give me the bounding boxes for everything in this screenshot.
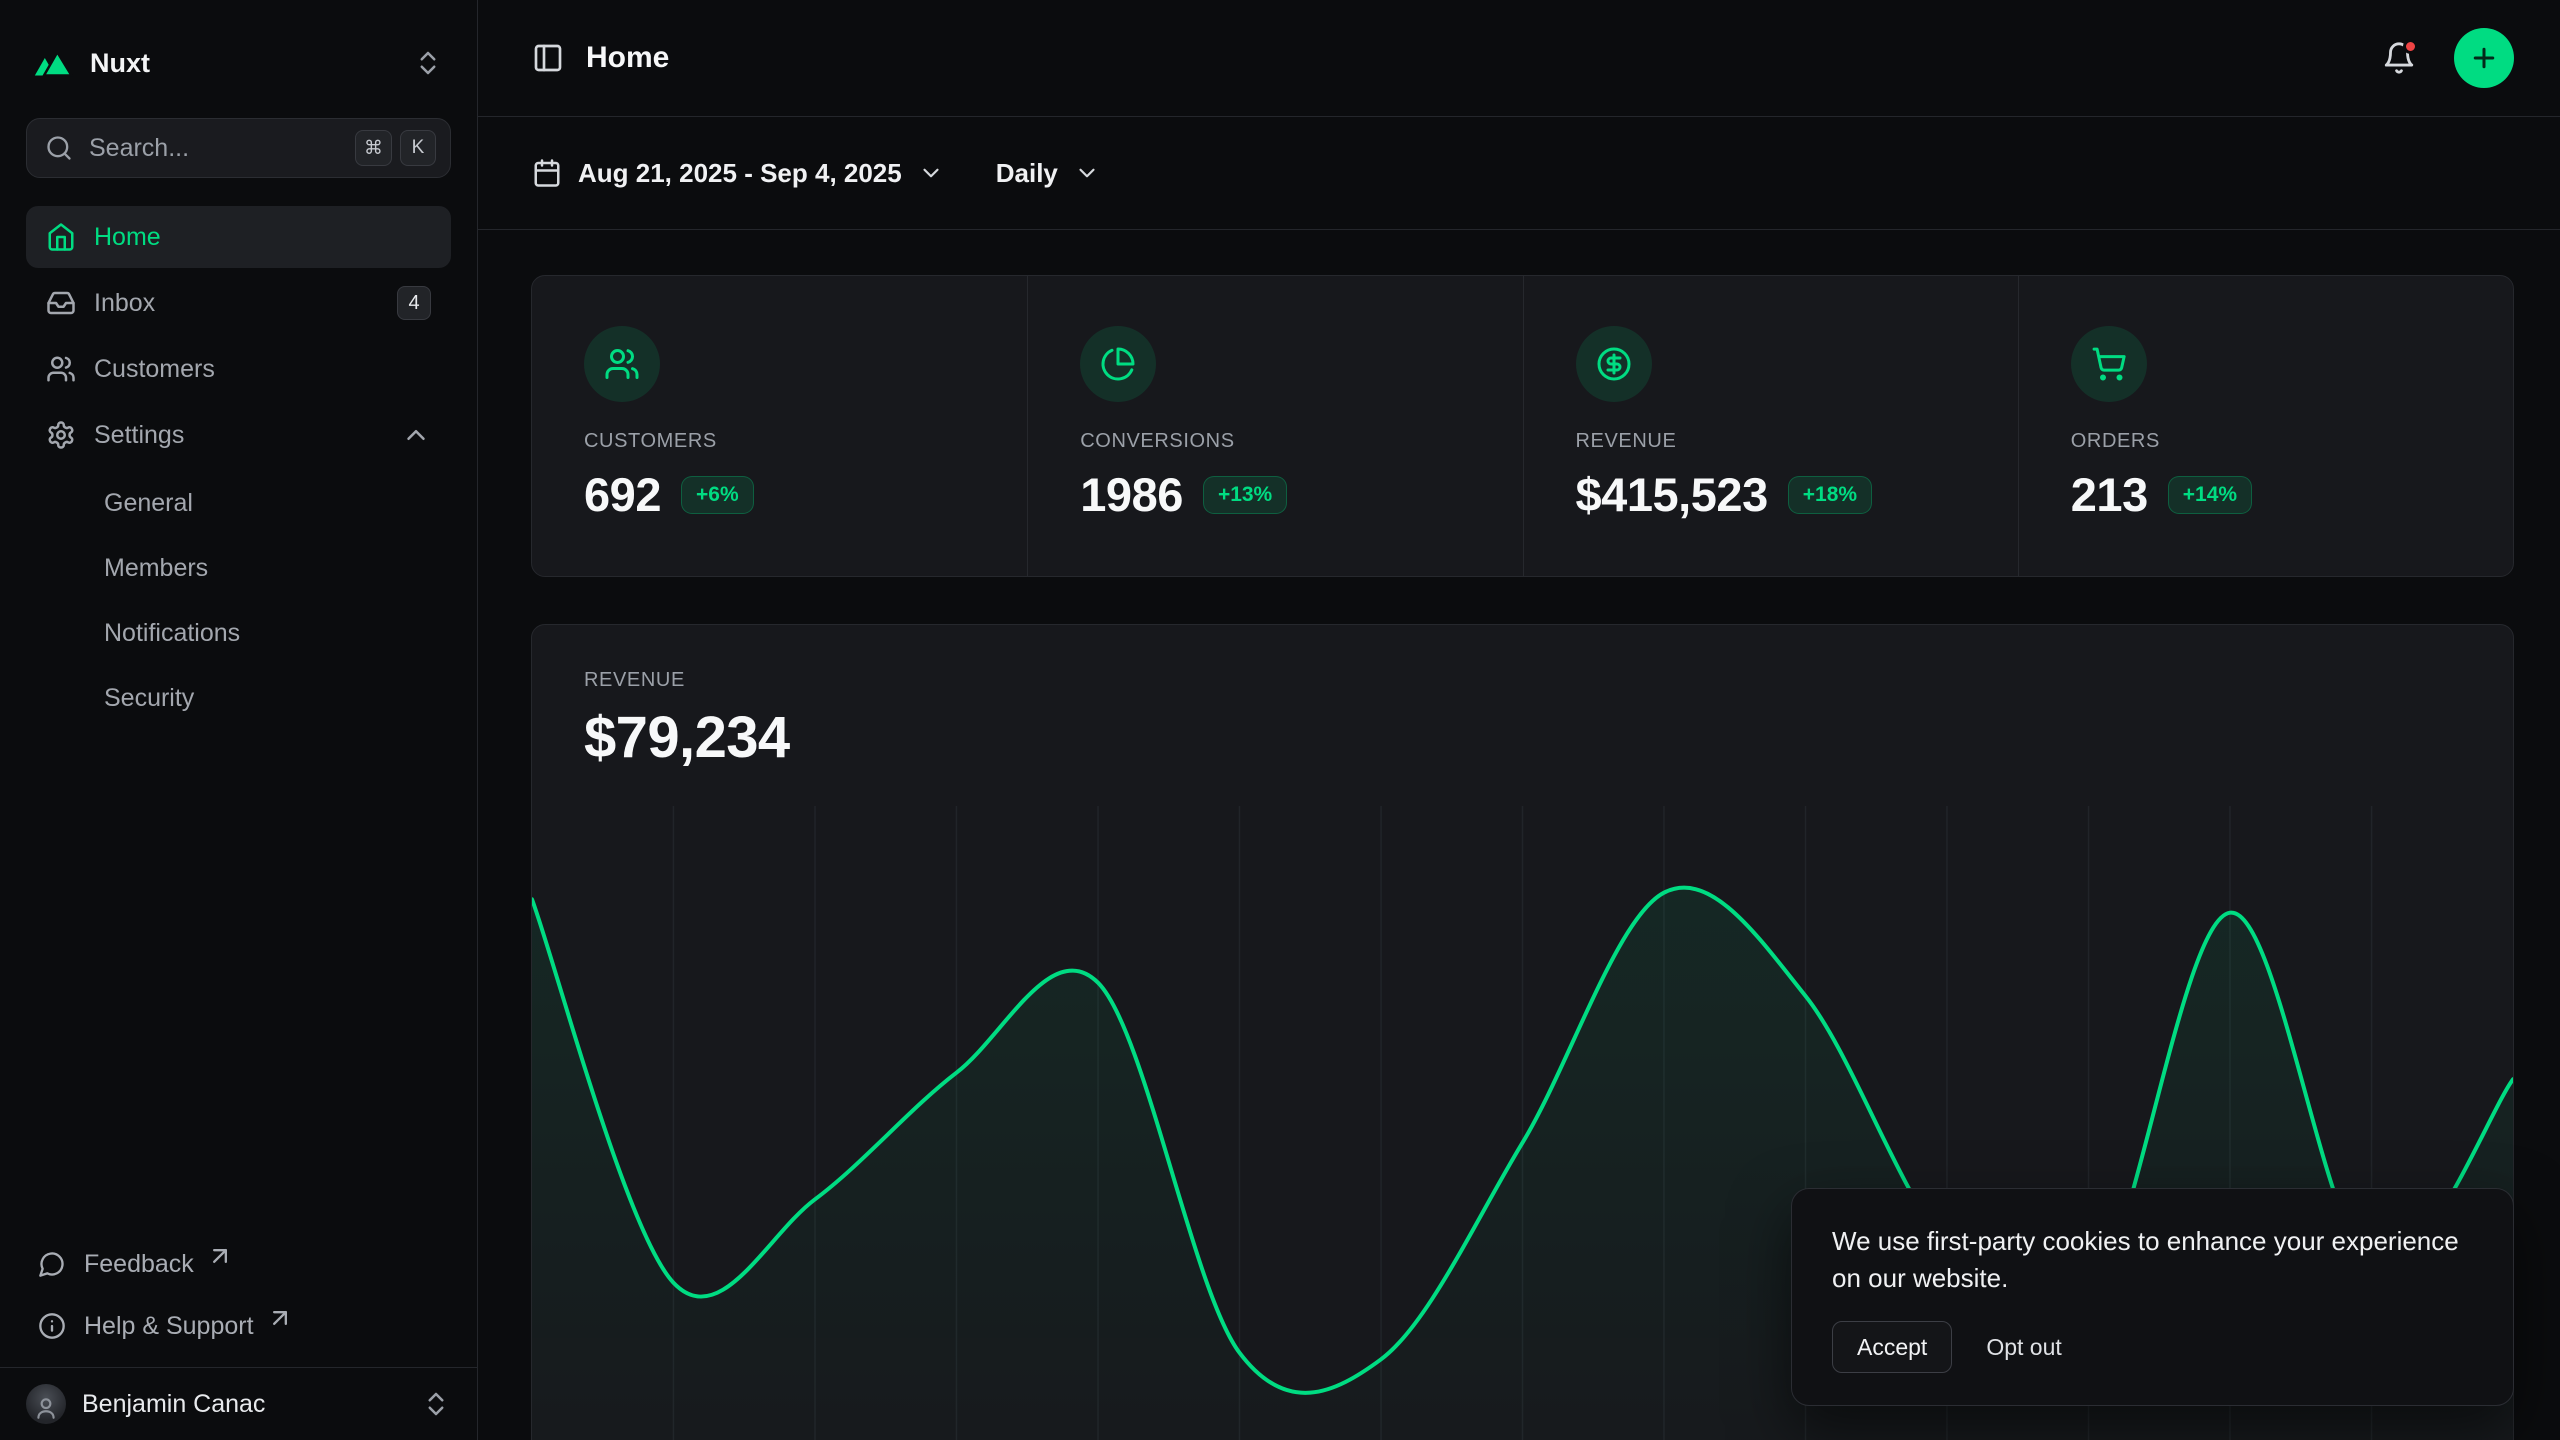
user-silhouette-icon	[33, 1395, 59, 1421]
search-icon	[45, 134, 73, 162]
user-menu[interactable]: Benjamin Canac	[0, 1367, 477, 1440]
inbox-count-badge: 4	[397, 286, 431, 320]
sidebar-item-label: Home	[94, 223, 161, 252]
stat-revenue: REVENUE $415,523 +18%	[1523, 276, 2018, 576]
add-button[interactable]	[2454, 28, 2514, 88]
k-keycap: K	[400, 130, 436, 166]
period-label: Daily	[996, 158, 1058, 189]
date-range-button[interactable]: Aug 21, 2025 - Sep 4, 2025	[532, 158, 944, 189]
revenue-chart-value: $79,234	[584, 704, 2461, 771]
accept-button[interactable]: Accept	[1832, 1321, 1952, 1373]
calendar-icon	[532, 158, 562, 188]
stat-delta-badge: +14%	[2168, 476, 2252, 514]
stat-label: CUSTOMERS	[584, 430, 975, 453]
sidebar-toggle-button[interactable]	[532, 42, 564, 74]
info-icon	[38, 1312, 66, 1340]
sidebar-item-label: Settings	[94, 421, 184, 450]
sidebar-footer: Feedback Help & Support Benjamin Canac	[26, 1233, 451, 1440]
sidebar-nav: Home Inbox 4 Customers Settings	[26, 206, 451, 730]
sidebar-item-general[interactable]: General	[26, 472, 451, 535]
notifications-button[interactable]	[2382, 41, 2416, 75]
avatar	[26, 1384, 66, 1424]
users-icon	[46, 354, 76, 384]
sidebar-item-inbox[interactable]: Inbox 4	[26, 272, 451, 334]
chevron-up-icon	[401, 420, 431, 450]
stat-delta-badge: +13%	[1203, 476, 1287, 514]
stat-delta-badge: +18%	[1788, 476, 1872, 514]
feedback-link[interactable]: Feedback	[26, 1233, 451, 1295]
workspace-selector[interactable]: Nuxt	[34, 32, 443, 94]
search-input[interactable]: Search... ⌘ K	[26, 118, 451, 178]
stat-value: 692	[584, 467, 661, 522]
circle-dollar-icon	[1576, 326, 1652, 402]
date-range-label: Aug 21, 2025 - Sep 4, 2025	[578, 158, 902, 189]
gear-icon	[46, 420, 76, 450]
sidebar: Nuxt Search... ⌘ K Home Inbox 4	[0, 0, 478, 1440]
sidebar-item-label: Customers	[94, 355, 215, 384]
chevrons-up-down-icon	[421, 1389, 451, 1419]
opt-out-button[interactable]: Opt out	[1966, 1321, 2081, 1373]
user-name: Benjamin Canac	[82, 1390, 405, 1419]
sidebar-item-label: Inbox	[94, 289, 155, 318]
notification-dot	[2403, 39, 2418, 54]
search-placeholder: Search...	[89, 134, 339, 163]
chart-pie-icon	[1080, 326, 1156, 402]
page-title: Home	[586, 41, 669, 75]
sidebar-item-customers[interactable]: Customers	[26, 338, 451, 400]
stat-conversions: CONVERSIONS 1986 +13%	[1027, 276, 1522, 576]
sub-item-label: Security	[104, 684, 194, 713]
feedback-label: Feedback	[84, 1250, 194, 1279]
chevron-down-icon	[918, 160, 944, 186]
cookie-message: We use first-party cookies to enhance yo…	[1832, 1223, 2473, 1297]
page-header: Home	[478, 0, 2560, 117]
revenue-chart-header: REVENUE $79,234	[532, 625, 2513, 771]
sidebar-item-members[interactable]: Members	[26, 537, 451, 600]
stat-delta-badge: +6%	[681, 476, 754, 514]
revenue-chart-label: REVENUE	[584, 669, 2461, 692]
settings-subnav: General Members Notifications Security	[26, 472, 451, 730]
sidebar-item-settings[interactable]: Settings	[26, 404, 451, 466]
stat-label: CONVERSIONS	[1080, 430, 1470, 453]
stat-value: 213	[2071, 467, 2148, 522]
nuxt-logo-icon	[34, 49, 74, 77]
plus-icon	[2469, 43, 2499, 73]
period-button[interactable]: Daily	[996, 158, 1100, 189]
stat-customers: CUSTOMERS 692 +6%	[532, 276, 1027, 576]
message-icon	[38, 1250, 66, 1278]
arrow-up-right-icon	[206, 1242, 234, 1270]
workspace-name: Nuxt	[90, 48, 397, 79]
stat-orders: ORDERS 213 +14%	[2018, 276, 2513, 576]
search-shortcut: ⌘ K	[355, 130, 436, 166]
stat-value: 1986	[1080, 467, 1183, 522]
cookie-banner: We use first-party cookies to enhance yo…	[1791, 1188, 2514, 1406]
header-actions	[2382, 28, 2514, 88]
home-icon	[46, 222, 76, 252]
cookie-actions: Accept Opt out	[1832, 1321, 2473, 1373]
sidebar-item-notifications[interactable]: Notifications	[26, 602, 451, 665]
filters-toolbar: Aug 21, 2025 - Sep 4, 2025 Daily	[478, 117, 2560, 230]
sub-item-label: Members	[104, 554, 208, 583]
inbox-icon	[46, 288, 76, 318]
help-support-label: Help & Support	[84, 1312, 254, 1341]
sub-item-label: General	[104, 489, 193, 518]
stat-label: REVENUE	[1576, 430, 1966, 453]
stat-value: $415,523	[1576, 467, 1768, 522]
stats-row: CUSTOMERS 692 +6% CONVERSIONS 1986 +13%	[531, 275, 2514, 577]
arrow-up-right-icon	[266, 1304, 294, 1332]
chevron-down-icon	[1074, 160, 1100, 186]
cmd-keycap: ⌘	[355, 130, 392, 166]
sidebar-item-security[interactable]: Security	[26, 667, 451, 730]
panel-left-icon	[532, 42, 564, 74]
sub-item-label: Notifications	[104, 619, 240, 648]
users-icon	[584, 326, 660, 402]
chevrons-up-down-icon	[413, 48, 443, 78]
sidebar-item-home[interactable]: Home	[26, 206, 451, 268]
stat-label: ORDERS	[2071, 430, 2461, 453]
help-support-link[interactable]: Help & Support	[26, 1295, 451, 1357]
cart-icon	[2071, 326, 2147, 402]
